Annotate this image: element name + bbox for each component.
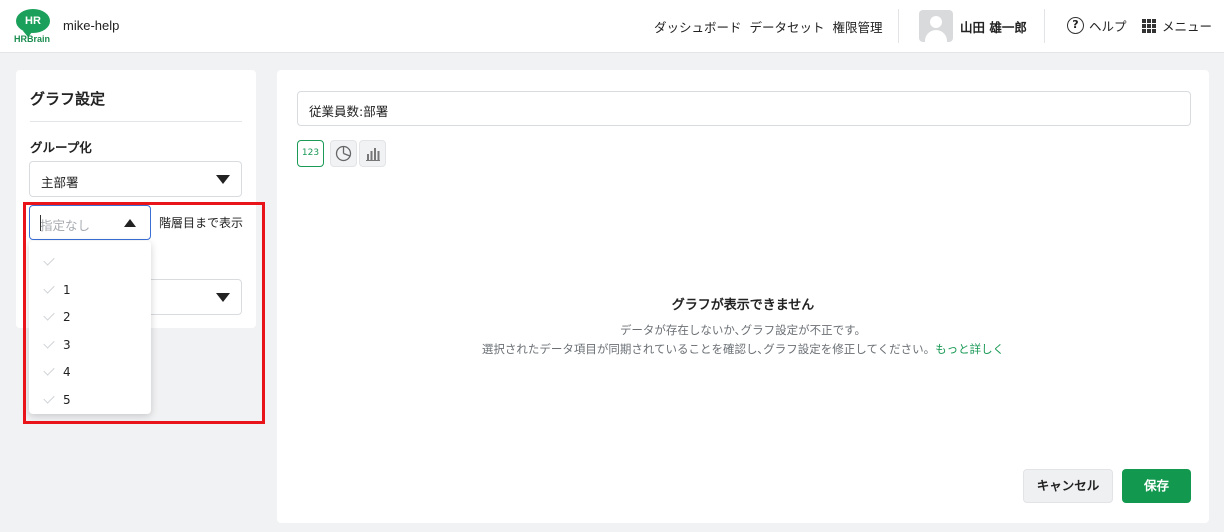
user-name[interactable]: 山田 雄一郎 (960, 17, 1027, 36)
cancel-button[interactable]: キャンセル (1023, 469, 1113, 503)
graph-title-input[interactable]: 従業員数:部署 (297, 91, 1191, 126)
nav-permissions[interactable]: 権限管理 (833, 17, 883, 36)
nav-dataset[interactable]: データセット (750, 17, 825, 36)
graph-preview-panel: 従業員数:部署 123 グラフが表示できません データが存在しないか､グラフ設定… (277, 70, 1209, 523)
main-nav: ダッシュボード データセット 権限管理 (654, 17, 883, 36)
grid-menu-icon (1142, 18, 1156, 33)
help-label: ヘルプ (1089, 19, 1127, 34)
panel-title: グラフ設定 (30, 90, 106, 108)
group-select[interactable]: 主部署 (29, 161, 242, 197)
hrbrain-logo[interactable]: HR HRBrain (14, 9, 52, 45)
menu-button[interactable]: メニュー (1142, 16, 1212, 35)
group-label: グループ化 (30, 140, 92, 155)
nav-dashboard[interactable]: ダッシュボード (654, 17, 742, 36)
divider (30, 121, 242, 122)
save-button[interactable]: 保存 (1122, 469, 1191, 503)
divider (898, 9, 899, 43)
logo-text: HRBrain (14, 34, 51, 44)
empty-state-hint: 選択されたデータ項目が同期されていることを確認し､グラフ設定を修正してください。… (481, 342, 1005, 356)
avatar[interactable] (919, 10, 953, 42)
divider (1044, 9, 1045, 43)
learn-more-link[interactable]: もっと詳しく (935, 342, 1004, 356)
empty-state-title: グラフが表示できません (671, 298, 815, 313)
help-button[interactable]: ? ヘルプ (1067, 16, 1127, 35)
highlight-box (23, 202, 265, 424)
logo-mark: HR (16, 9, 50, 37)
empty-state-message: データが存在しないか､グラフ設定が不正です。 (619, 323, 867, 337)
chevron-down-icon (216, 175, 230, 184)
app-name: mike-help (63, 18, 120, 33)
bar-chart-icon (366, 148, 380, 161)
chart-type-number-button[interactable]: 123 (297, 140, 324, 167)
top-header: HR HRBrain mike-help ダッシュボード データセット 権限管理… (0, 0, 1224, 53)
menu-label: メニュー (1162, 19, 1213, 34)
chart-type-pie-button[interactable] (330, 140, 357, 167)
pie-chart-icon (335, 145, 352, 162)
group-select-value: 主部署 (41, 175, 79, 190)
help-icon: ? (1067, 17, 1084, 34)
chart-type-bar-button[interactable] (359, 140, 386, 167)
